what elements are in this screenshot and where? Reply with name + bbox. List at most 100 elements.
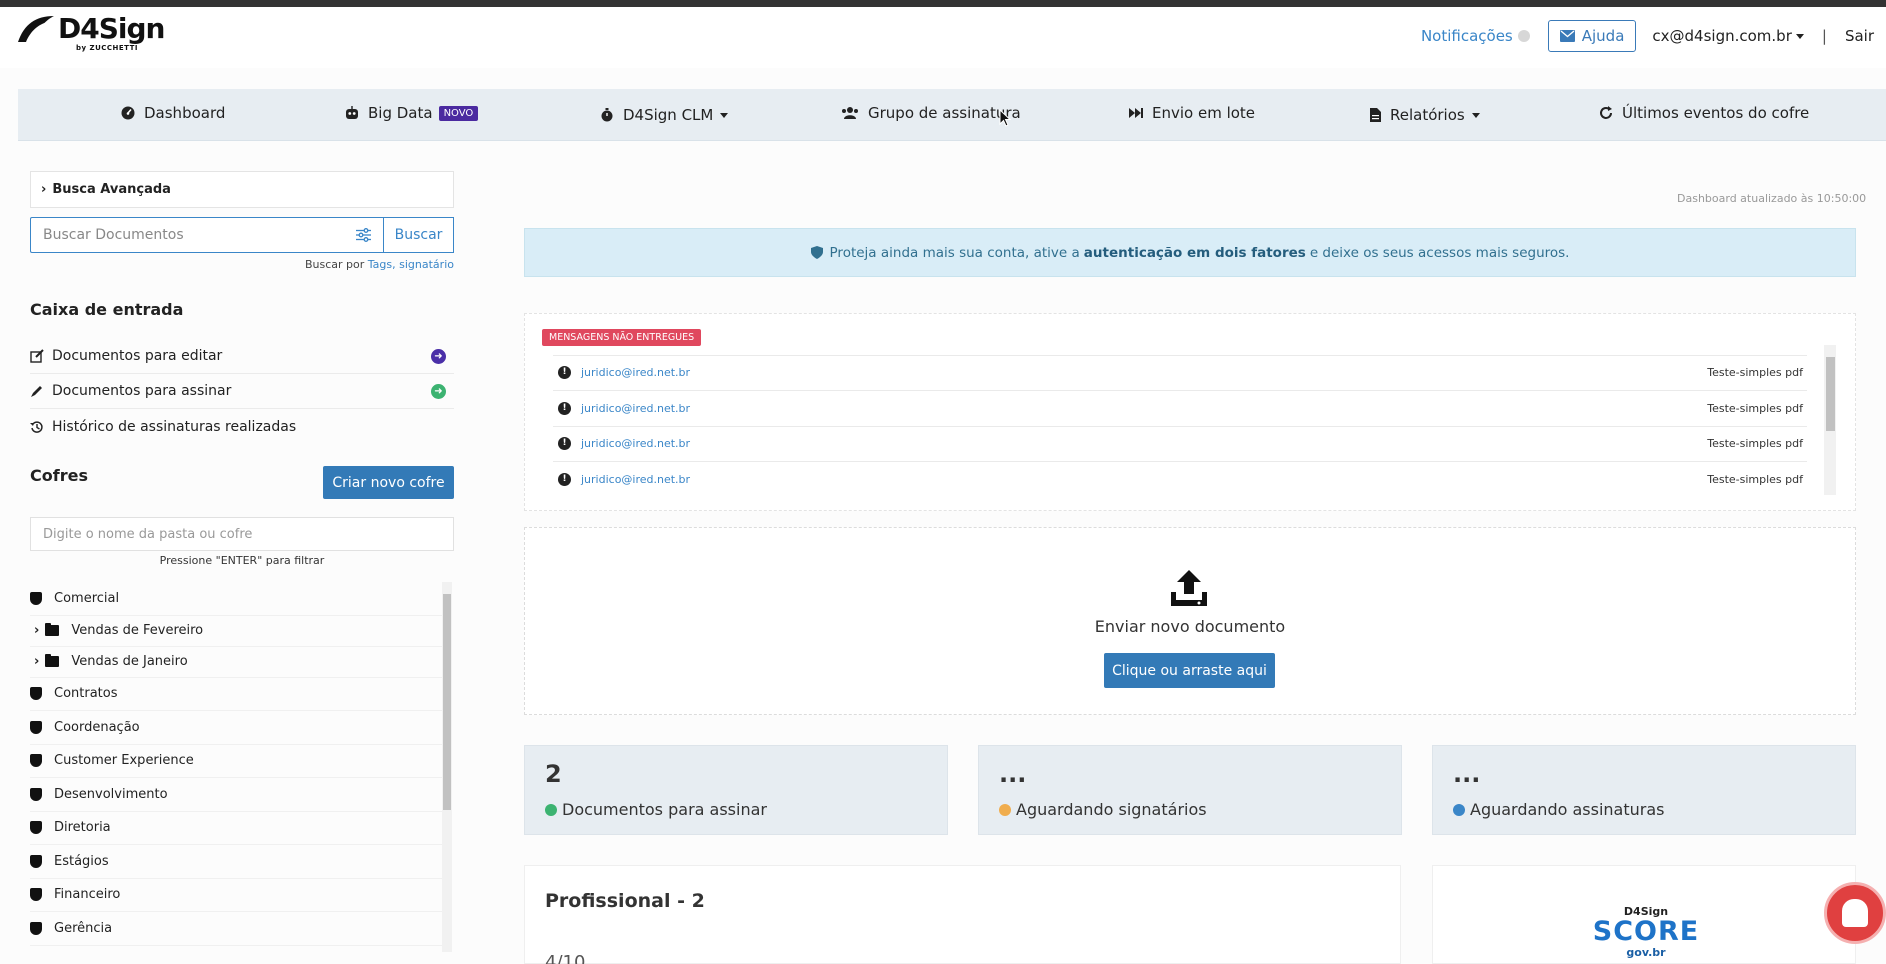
notification-dot-icon [1517, 30, 1530, 42]
messages-scroll-thumb[interactable] [1826, 357, 1835, 431]
stat-card-awaiting-signers[interactable]: ... Aguardando signatários [978, 745, 1402, 835]
chat-widget-button[interactable] [1824, 882, 1886, 944]
vault-item[interactable]: Financeiro [30, 879, 442, 912]
nav-eventos[interactable]: Últimos eventos do cofre [1599, 104, 1809, 122]
sliders-icon[interactable] [356, 228, 371, 242]
vault-label: Gerência [54, 920, 113, 936]
vault-item[interactable]: Coordenação [30, 711, 442, 745]
inbox-item-label: Documentos para assinar [52, 383, 232, 399]
message-row[interactable]: ! juridico@ired.net.br Teste-simples pdf [553, 391, 1807, 427]
stat-label-text: Aguardando signatários [1016, 800, 1207, 819]
message-file: Teste-simples pdf [1707, 366, 1803, 380]
message-row[interactable]: ! juridico@ired.net.br Teste-simples pdf [553, 426, 1807, 462]
vault-item[interactable]: Gerência [30, 912, 442, 946]
vault-item[interactable]: Contratos [30, 678, 442, 711]
vault-item[interactable]: Comercial [30, 582, 442, 616]
message-file: Teste-simples pdf [1707, 473, 1803, 487]
message-email[interactable]: juridico@ired.net.br [581, 437, 690, 450]
shield-icon [30, 720, 42, 734]
folder-filter-input[interactable]: Digite o nome da pasta ou cofre [30, 517, 454, 551]
two-factor-alert: Proteja ainda mais sua conta, ative a au… [524, 228, 1856, 277]
inbox-item-history[interactable]: Histórico de assinaturas realizadas [30, 409, 454, 444]
search-hint-tags-link[interactable]: Tags [368, 258, 392, 271]
message-email[interactable]: juridico@ired.net.br [581, 473, 690, 486]
help-label: Ajuda [1581, 27, 1625, 45]
shield-icon [30, 921, 42, 935]
vault-label: Comercial [54, 590, 120, 606]
plan-usage: 4/10 [545, 952, 586, 964]
vault-item[interactable]: Diretoria [30, 812, 442, 845]
stopwatch-icon [601, 108, 613, 122]
search-placeholder: Buscar Documentos [43, 227, 184, 243]
help-button[interactable]: Ajuda [1547, 20, 1637, 52]
top-strip [0, 0, 1886, 7]
logo-mark-icon [18, 16, 54, 42]
chat-bubble-icon [1842, 899, 1868, 927]
logo-subtitle: by ZUCCHETTI [76, 44, 138, 52]
new-vault-button[interactable]: Criar novo cofre [323, 466, 454, 499]
inbox-title: Caixa de entrada [30, 300, 184, 319]
search-button[interactable]: Buscar [383, 217, 454, 253]
nav-relatorios-label: Relatórios [1390, 106, 1465, 124]
inbox-item-label: Documentos para editar [52, 348, 223, 364]
vault-label: Customer Experience [54, 753, 194, 769]
arrow-right-icon: ➜ [431, 348, 446, 364]
inbox-item-sign[interactable]: Documentos para assinar ➜ [30, 374, 454, 409]
nav-clm[interactable]: D4Sign CLM [600, 106, 729, 124]
arrow-right-icon: ➜ [431, 383, 446, 399]
alert-text-post: e deixe os seus acessos mais seguros. [1309, 244, 1570, 261]
fast-forward-icon [1129, 108, 1143, 118]
pen-icon [31, 386, 42, 397]
alert-text-pre: Proteja ainda mais sua conta, ative a [829, 244, 1080, 261]
vault-item[interactable]: Desenvolvimento [30, 778, 442, 812]
search-input[interactable]: Buscar Documentos [30, 217, 383, 253]
undelivered-badge: MENSAGENS NÃO ENTREGUES [542, 329, 702, 346]
inbox-item-edit[interactable]: Documentos para editar ➜ [30, 339, 454, 374]
score-title: SCORE [1592, 916, 1700, 947]
logout-link[interactable]: Sair [1845, 27, 1874, 45]
nav-dashboard[interactable]: Dashboard [121, 104, 225, 122]
mouse-cursor-icon [999, 109, 1011, 127]
shield-icon [30, 888, 42, 902]
vault-tree-scroll-thumb[interactable] [443, 594, 451, 810]
vault-tree: Comercial › Vendas de Fevereiro › Vendas d… [30, 582, 442, 960]
stat-value: ... [999, 760, 1027, 788]
folder-item[interactable]: › Vendas de Fevereiro [30, 616, 442, 647]
message-row[interactable]: ! juridico@ired.net.br Teste-simples pdf [553, 355, 1807, 391]
stat-card-awaiting-signatures[interactable]: ... Aguardando assinaturas [1432, 745, 1856, 835]
vault-item[interactable]: Customer Experience [30, 745, 442, 778]
advanced-search-toggle[interactable]: › Busca Avançada [30, 171, 454, 208]
nav-dashboard-label: Dashboard [144, 104, 226, 122]
logo[interactable]: D4Sign by ZUCCHETTI [16, 12, 165, 52]
user-email: cx@d4sign.com.br [1652, 27, 1792, 45]
user-menu[interactable]: cx@d4sign.com.br [1652, 27, 1804, 45]
logo-text: D4Sign [58, 12, 165, 45]
upload-button[interactable]: Clique ou arraste aqui [1104, 653, 1275, 688]
search-hint-signer-link[interactable]: signatário [399, 258, 454, 271]
vault-label: Desenvolvimento [54, 786, 168, 802]
score-logo[interactable]: D4Sign SCORE gov.br [1586, 905, 1706, 964]
nav-relatorios[interactable]: Relatórios [1370, 106, 1480, 124]
caret-down-icon [1795, 34, 1804, 39]
notifications-link[interactable]: Notificações [1421, 27, 1530, 45]
plan-title: Profissional - 2 [545, 890, 705, 912]
nav-bigdata[interactable]: Big Data NOVO [345, 104, 479, 122]
message-email[interactable]: juridico@ired.net.br [581, 366, 690, 379]
vault-item[interactable]: Estágios [30, 845, 442, 879]
folder-icon [45, 654, 60, 667]
nav-grupo[interactable]: Grupo de assinatura [841, 104, 1021, 122]
caret-down-icon [720, 112, 729, 118]
file-icon [1370, 108, 1381, 122]
message-email[interactable]: juridico@ired.net.br [581, 402, 690, 415]
exclamation-icon: ! [558, 473, 571, 487]
stat-label-text: Aguardando assinaturas [1470, 800, 1665, 819]
status-dot-icon [1453, 803, 1465, 816]
chevron-right-icon: › [34, 654, 40, 669]
two-factor-link[interactable]: autenticação em dois fatores [1084, 245, 1306, 261]
nav-envio[interactable]: Envio em lote [1129, 104, 1255, 122]
stat-card-to-sign[interactable]: 2 Documentos para assinar [524, 745, 948, 835]
stat-value: ... [1453, 760, 1481, 788]
message-row[interactable]: ! juridico@ired.net.br Teste-simples pdf [553, 462, 1807, 498]
folder-label: Vendas de Janeiro [71, 654, 188, 669]
folder-item[interactable]: › Vendas de Janeiro [30, 647, 442, 678]
